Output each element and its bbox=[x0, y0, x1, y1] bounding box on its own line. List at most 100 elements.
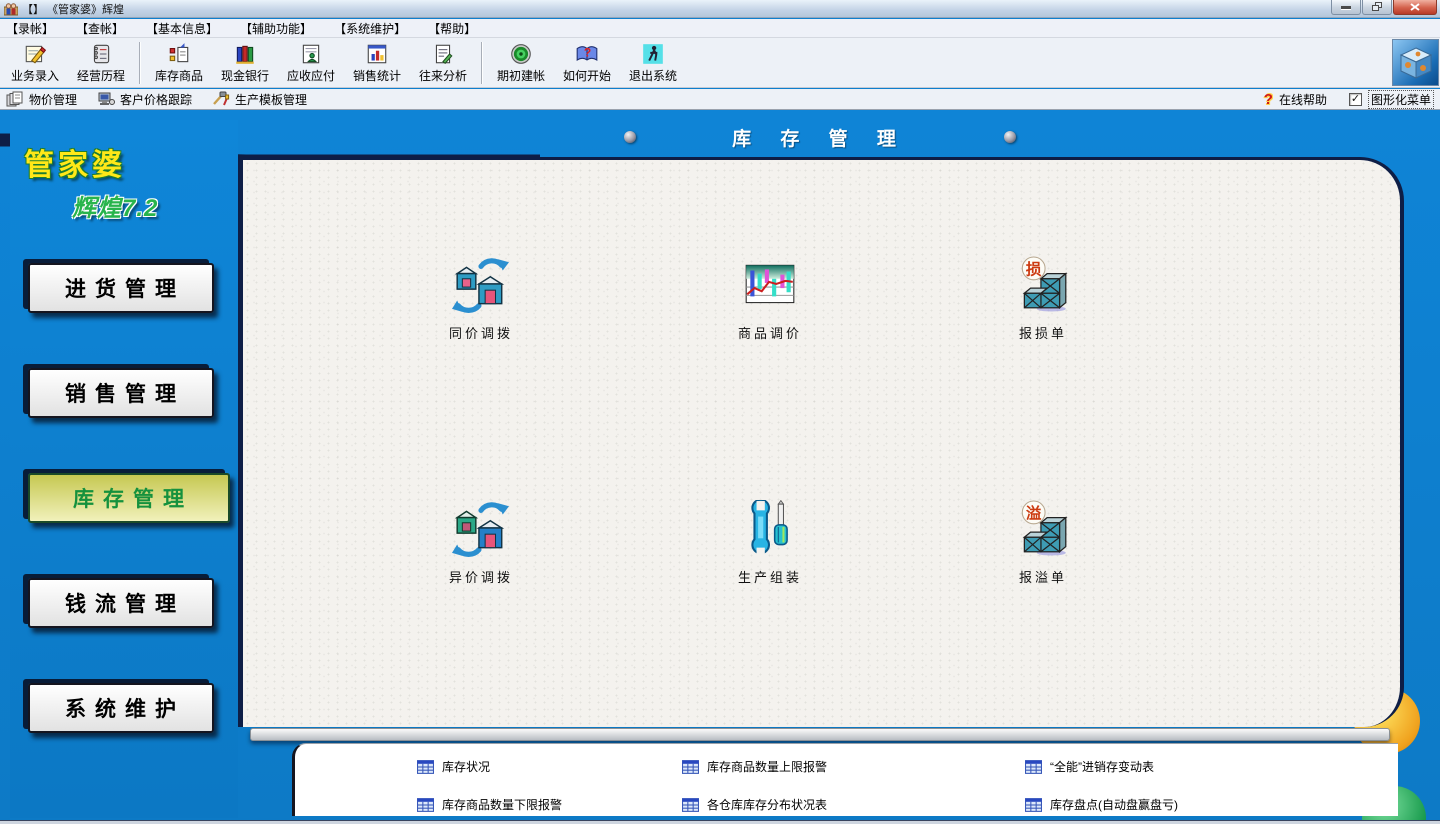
toolbar-button-label: 销售统计 bbox=[353, 67, 401, 84]
toolbar-button-label: 往来分析 bbox=[419, 67, 467, 84]
exit-run-icon bbox=[641, 42, 665, 66]
sidebar-item-sales[interactable]: 销售管理 bbox=[28, 368, 214, 418]
report-lower-limit-alarm[interactable]: 库存商品数量下限报警 bbox=[417, 796, 682, 813]
toolbar-receivable-payable[interactable]: 应收应付 bbox=[278, 40, 344, 86]
sidebar-item-inventory[interactable]: 库存管理 bbox=[28, 473, 230, 523]
toolbar-sales-statistics[interactable]: 销售统计 bbox=[344, 40, 410, 86]
online-help-link[interactable]: 在线帮助 bbox=[1279, 91, 1327, 108]
sidebar: 管家婆 辉煌7.2 进货管理 销售管理 库存管理 钱流管理 系统维护 bbox=[10, 120, 238, 818]
report-warehouse-distribution[interactable]: 各仓库库存分布状况表 bbox=[682, 796, 1025, 813]
report-inventory-status[interactable]: 库存状况 bbox=[417, 758, 682, 775]
close-button[interactable] bbox=[1393, 0, 1437, 15]
toolbar-inventory-goods[interactable]: 库存商品 bbox=[146, 40, 212, 86]
content-panel: 同价调拨 商品调价 bbox=[243, 157, 1404, 727]
sphere-bullet-icon bbox=[624, 131, 636, 143]
assembly-tools-icon bbox=[741, 500, 799, 558]
app-item-loss-report[interactable]: 损 报损单 bbox=[968, 256, 1118, 342]
sidebar-item-system[interactable]: 系统维护 bbox=[28, 683, 214, 733]
toolbar2-item-label: 生产模板管理 bbox=[235, 91, 307, 108]
toolbar-button-label: 经营历程 bbox=[77, 67, 125, 84]
toolbar-business-history[interactable]: 经营历程 bbox=[68, 40, 134, 86]
app-item-label: 报损单 bbox=[968, 323, 1118, 342]
app-item-label: 异价调拨 bbox=[406, 567, 556, 586]
menu-query[interactable]: 【查帐】 bbox=[76, 20, 124, 37]
toolbar-separator bbox=[139, 42, 141, 84]
cube-icon bbox=[1398, 45, 1434, 81]
toolbar2-item-label: 客户价格跟踪 bbox=[120, 91, 192, 108]
table-icon bbox=[417, 760, 434, 774]
table-icon bbox=[1025, 760, 1042, 774]
toolbar2-item-label: 物价管理 bbox=[29, 91, 77, 108]
menu-bar: 【录帐】 【查帐】 【基本信息】 【辅助功能】 【系统维护】 【帮助】 bbox=[0, 19, 1440, 38]
report-link-label: 库存商品数量上限报警 bbox=[707, 758, 827, 775]
restore-button[interactable] bbox=[1362, 0, 1392, 15]
restore-icon bbox=[1372, 2, 1383, 12]
app-icon bbox=[4, 2, 18, 16]
price-chart-icon bbox=[741, 256, 799, 314]
report-links-panel: 库存状况 库存商品数量上限报警 “全能”进销存变动表 库存商品数量下限报警 各仓… bbox=[292, 743, 1398, 816]
app-item-same-price-transfer[interactable]: 同价调拨 bbox=[406, 256, 556, 342]
sidebar-item-cashflow[interactable]: 钱流管理 bbox=[28, 578, 214, 628]
toolbar-button-label: 应收应付 bbox=[287, 67, 335, 84]
app-item-goods-price-adjust[interactable]: 商品调价 bbox=[695, 256, 845, 342]
report-stocktaking[interactable]: 库存盘点(自动盘赢盘亏) bbox=[1025, 796, 1398, 813]
toolbar-button-label: 库存商品 bbox=[155, 67, 203, 84]
minimize-icon bbox=[1341, 6, 1351, 9]
report-link-label: 库存盘点(自动盘赢盘亏) bbox=[1050, 796, 1178, 813]
toolbar-separator bbox=[481, 42, 483, 84]
menu-aux-functions[interactable]: 【辅助功能】 bbox=[240, 20, 312, 37]
report-link-label: 各仓库库存分布状况表 bbox=[707, 796, 827, 813]
menu-system-maintenance[interactable]: 【系统维护】 bbox=[334, 20, 406, 37]
howto-book-icon: ? bbox=[575, 42, 599, 66]
menu-basic-info[interactable]: 【基本信息】 bbox=[146, 20, 218, 37]
report-allinone-change-table[interactable]: “全能”进销存变动表 bbox=[1025, 758, 1398, 775]
ledger-icon bbox=[89, 42, 113, 66]
report-link-label: 库存商品数量下限报警 bbox=[442, 796, 562, 813]
toolbar2-price-management[interactable]: 物价管理 bbox=[6, 91, 77, 108]
app-item-label: 同价调拨 bbox=[406, 323, 556, 342]
toolbar-business-entry[interactable]: 业务录入 bbox=[2, 40, 68, 86]
toolbar-button-label: 现金银行 bbox=[221, 67, 269, 84]
graphic-menu-label[interactable]: 图形化菜单 bbox=[1368, 90, 1434, 109]
window-bottom-edge bbox=[0, 820, 1440, 824]
loss-boxes-icon: 损 bbox=[1014, 256, 1072, 314]
report-upper-limit-alarm[interactable]: 库存商品数量上限报警 bbox=[682, 758, 1025, 775]
toolbar2-customer-price-tracking[interactable]: 客户价格跟踪 bbox=[97, 91, 192, 108]
brand-name: 管家婆 bbox=[24, 140, 158, 184]
customer-track-icon bbox=[97, 91, 115, 107]
loss-badge-char: 损 bbox=[1026, 260, 1042, 279]
warehouse-transfer-diff-icon bbox=[452, 500, 510, 558]
gain-badge-char: 溢 bbox=[1026, 504, 1042, 523]
analysis-doc-icon bbox=[431, 42, 455, 66]
svg-text:?: ? bbox=[584, 45, 591, 59]
title-bar: 【】 《管家婆》辉煌 bbox=[0, 0, 1440, 18]
secondary-toolbar: 物价管理 客户价格跟踪 生产模板管理 ? 在线帮助 ✓ 图形化菜单 bbox=[0, 89, 1440, 110]
bottom-divider-bar bbox=[250, 728, 1390, 741]
sidebar-item-purchase[interactable]: 进货管理 bbox=[28, 263, 214, 313]
toolbar-initial-setup[interactable]: 期初建帐 bbox=[488, 40, 554, 86]
app-item-diff-price-transfer[interactable]: 异价调拨 bbox=[406, 500, 556, 586]
graphic-menu-checkbox[interactable]: ✓ bbox=[1349, 93, 1362, 106]
brand-cube-logo bbox=[1392, 39, 1439, 86]
table-icon bbox=[682, 798, 699, 812]
cash-bank-icon bbox=[233, 42, 257, 66]
minimize-button[interactable] bbox=[1331, 0, 1361, 15]
app-item-label: 报溢单 bbox=[968, 567, 1118, 586]
toolbar-exit-system[interactable]: 退出系统 bbox=[620, 40, 686, 86]
sphere-bullet-icon bbox=[1004, 131, 1016, 143]
toolbar-contacts-analysis[interactable]: 往来分析 bbox=[410, 40, 476, 86]
toolbar-button-label: 退出系统 bbox=[629, 67, 677, 84]
menu-help[interactable]: 【帮助】 bbox=[428, 20, 476, 37]
init-account-icon bbox=[509, 42, 533, 66]
goods-doc-icon bbox=[167, 42, 191, 66]
app-item-gain-report[interactable]: 溢 报溢单 bbox=[968, 500, 1118, 586]
toolbar-how-to-start[interactable]: ? 如何开始 bbox=[554, 40, 620, 86]
app-item-production-assembly[interactable]: 生产组装 bbox=[695, 500, 845, 586]
main-area: 库 存 管 理 同价调拨 bbox=[0, 110, 1440, 824]
table-icon bbox=[1025, 798, 1042, 812]
toolbar-button-label: 如何开始 bbox=[563, 67, 611, 84]
toolbar-button-label: 业务录入 bbox=[11, 67, 59, 84]
menu-record[interactable]: 【录帐】 bbox=[6, 20, 54, 37]
toolbar2-production-template-management[interactable]: 生产模板管理 bbox=[212, 91, 307, 108]
toolbar-cash-bank[interactable]: 现金银行 bbox=[212, 40, 278, 86]
